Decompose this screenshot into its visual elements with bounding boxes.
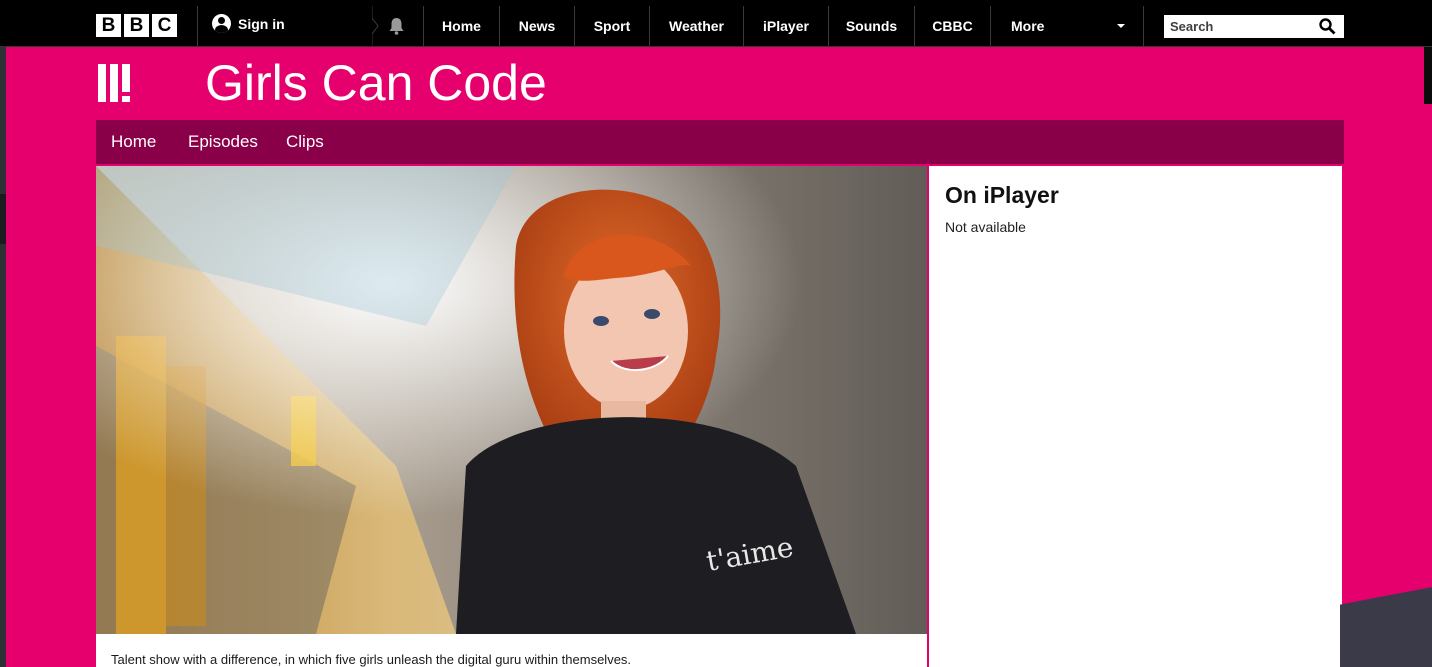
divider [197,6,198,46]
nav-home[interactable]: Home [424,0,499,46]
search-icon[interactable] [1319,18,1336,35]
programme-nav: Home Episodes Clips [96,120,1344,164]
bbc-top-bar: B B C Sign in Home News Sport Weather iP… [0,0,1432,47]
hero-image: t'aime [96,166,927,634]
programme-title[interactable]: Girls Can Code [205,54,547,112]
divider [990,6,991,46]
bbc-logo[interactable]: B B C [96,14,177,37]
nav-sport[interactable]: Sport [575,0,649,46]
nav-news[interactable]: News [500,0,574,46]
iplayer-panel: On iPlayer Not available [929,166,1342,667]
bbc-logo-letter: C [152,14,177,37]
bbc-logo-letter: B [124,14,149,37]
programme-nav-home[interactable]: Home [111,120,156,164]
chevron-down-icon[interactable] [1117,24,1125,28]
divider [1143,6,1144,46]
availability-status: Not available [945,219,1026,235]
search-placeholder: Search [1170,19,1214,34]
sign-in-link[interactable]: Sign in [212,14,285,33]
window-edge-left [0,44,6,667]
iplayer-heading: On iPlayer [945,182,1059,208]
programme-nav-episodes[interactable]: Episodes [188,120,258,164]
hero-caption: Talent show with a difference, in which … [96,634,927,667]
window-edge-right [1424,44,1432,104]
account-icon [212,14,231,33]
programme-nav-clips[interactable]: Clips [286,120,324,164]
bbc-three-logo[interactable] [98,64,130,102]
nav-more[interactable]: More [1011,0,1044,46]
nav-cbbc[interactable]: CBBC [915,0,990,46]
chevron-divider-icon [372,6,379,46]
nav-sounds[interactable]: Sounds [829,0,914,46]
nav-iplayer[interactable]: iPlayer [744,0,828,46]
nav-weather[interactable]: Weather [650,0,743,46]
programme-description: Talent show with a difference, in which … [111,652,632,667]
background-wedge [1340,587,1432,667]
bbc-logo-letter: B [96,14,121,37]
search-input[interactable]: Search [1164,15,1344,38]
notifications-bell-icon[interactable] [388,17,405,35]
sign-in-label: Sign in [238,15,285,32]
